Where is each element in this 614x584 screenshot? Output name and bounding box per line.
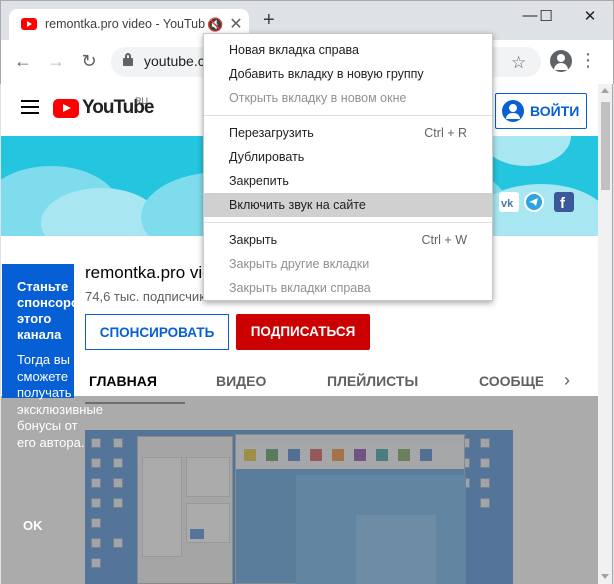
menu-item-close-right[interactable]: Закрыть вкладки справа xyxy=(204,276,492,300)
reload-button[interactable]: ↻ xyxy=(77,51,101,72)
menu-item-label: Закрыть вкладки справа xyxy=(229,281,371,295)
telegram-icon[interactable] xyxy=(524,192,544,212)
scroll-up-icon[interactable] xyxy=(601,88,609,93)
hamburger-menu-icon[interactable] xyxy=(21,100,39,114)
lock-icon[interactable] xyxy=(123,53,133,66)
menu-item-label: Новая вкладка справа xyxy=(229,43,360,57)
menu-item-label: Добавить вкладку в новую группу xyxy=(229,67,424,81)
sponsor-label: СПОНСИРОВАТЬ xyxy=(99,325,215,340)
menu-separator xyxy=(204,115,492,116)
tab-home[interactable]: ГЛАВНАЯ xyxy=(89,373,157,389)
menu-item-label: Открыть вкладку в новом окне xyxy=(229,91,407,105)
menu-item-shortcut: Ctrl + W xyxy=(421,233,467,247)
sponsor-button[interactable]: СПОНСИРОВАТЬ xyxy=(85,314,229,350)
bookmark-star-icon[interactable]: ☆ xyxy=(511,53,526,73)
promo-heading: Станьте спонсором этого канала xyxy=(17,279,89,342)
vk-icon[interactable]: vk xyxy=(499,192,519,212)
svg-text:f: f xyxy=(560,195,566,212)
menu-item-pin[interactable]: Закрепить xyxy=(204,169,492,193)
menu-separator xyxy=(204,222,492,223)
back-button[interactable]: ← xyxy=(11,51,35,72)
menu-item-label: Закрыть xyxy=(229,233,278,247)
scrollbar-thumb[interactable] xyxy=(601,102,610,190)
scroll-down-icon[interactable] xyxy=(601,574,609,579)
menu-item-duplicate[interactable]: Дублировать xyxy=(204,145,492,169)
page-scrollbar[interactable] xyxy=(598,84,613,584)
menu-item-unmute-site[interactable]: Включить звук на сайте xyxy=(204,193,492,217)
forward-button[interactable]: → xyxy=(44,51,68,72)
subscribe-button[interactable]: ПОДПИСАТЬСЯ xyxy=(236,314,370,350)
profile-avatar-icon[interactable] xyxy=(550,50,572,72)
chevron-right-icon[interactable]: › xyxy=(564,370,570,391)
tab-playlists[interactable]: ПЛЕЙЛИСТЫ xyxy=(327,373,418,389)
signin-button[interactable]: ВОЙТИ xyxy=(495,93,587,129)
facebook-icon[interactable]: f xyxy=(554,192,574,212)
tab-mute-icon[interactable]: 🔇 xyxy=(207,17,223,33)
menu-item-label: Закрепить xyxy=(229,174,289,188)
signin-label: ВОЙТИ xyxy=(530,103,580,119)
subscriber-count: 74,6 тыс. подписчиков xyxy=(85,289,220,304)
promo-overlay-backdrop xyxy=(1,396,598,584)
account-icon xyxy=(502,100,524,122)
tab-community[interactable]: СООБЩЕСТВО xyxy=(479,373,543,389)
promo-body: Тогда вы сможете получать эксклюзивные б… xyxy=(17,352,104,450)
svg-text:vk: vk xyxy=(501,198,514,210)
browser-menu-icon[interactable]: ⋮ xyxy=(579,49,597,71)
promo-ok-button[interactable]: OK xyxy=(23,518,43,533)
menu-item-new-tab-right[interactable]: Новая вкладка справа xyxy=(204,38,492,62)
subscribe-label: ПОДПИСАТЬСЯ xyxy=(250,324,356,339)
tab-context-menu: Новая вкладка справа Добавить вкладку в … xyxy=(203,33,493,301)
menu-item-close[interactable]: Закрыть Ctrl + W xyxy=(204,228,492,252)
menu-item-reload[interactable]: Перезагрузить Ctrl + R xyxy=(204,121,492,145)
tab-videos[interactable]: ВИДЕО xyxy=(216,373,266,389)
menu-item-add-to-group[interactable]: Добавить вкладку в новую группу xyxy=(204,62,492,86)
menu-item-label: Включить звук на сайте xyxy=(229,198,366,212)
tab-close-icon[interactable]: ✕ xyxy=(227,14,245,34)
youtube-region-label: RU xyxy=(135,96,148,106)
youtube-logo-icon[interactable] xyxy=(53,99,79,118)
close-window-button[interactable]: ✕ xyxy=(575,7,605,25)
youtube-favicon-icon xyxy=(21,18,37,30)
menu-item-label: Закрыть другие вкладки xyxy=(229,257,370,271)
menu-item-shortcut: Ctrl + R xyxy=(424,126,467,140)
tab-title: remontka.pro video - YouTube xyxy=(45,17,205,31)
menu-item-label: Перезагрузить xyxy=(229,126,314,140)
new-tab-button[interactable]: + xyxy=(263,10,275,30)
menu-item-open-in-new-window[interactable]: Открыть вкладку в новом окне xyxy=(204,86,492,110)
menu-item-label: Дублировать xyxy=(229,150,305,164)
menu-item-close-others[interactable]: Закрыть другие вкладки xyxy=(204,252,492,276)
maximize-button[interactable]: ☐ xyxy=(531,7,561,25)
